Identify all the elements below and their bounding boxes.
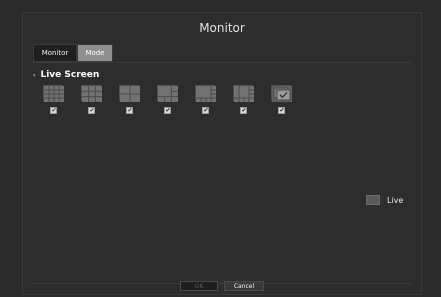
tab-bar: Monitor Mode — [33, 44, 113, 62]
live-label: Live — [387, 195, 404, 205]
section-title-label: Live Screen — [40, 70, 100, 80]
grid-9-icon — [81, 85, 102, 102]
live-indicator: Live — [366, 195, 403, 205]
layout-16-checkbox[interactable]: ✔ — [49, 107, 57, 114]
layout-9[interactable]: ✔ — [79, 85, 103, 135]
layout-9-checkbox[interactable]: ✔ — [87, 107, 95, 114]
grid-6a-icon — [157, 85, 178, 102]
layout-4[interactable]: ✔ — [117, 85, 141, 135]
grid-8-icon — [233, 85, 254, 102]
section-bullet-icon: › — [33, 71, 36, 79]
tab-divider — [33, 62, 411, 63]
dialog-buttons: OK Cancel — [23, 281, 421, 291]
layout-sequence[interactable]: ✔ — [269, 85, 293, 135]
window-title: Monitor — [199, 21, 245, 35]
tab-monitor[interactable]: Monitor — [33, 44, 77, 62]
layout-6b-checkbox[interactable]: ✔ — [201, 107, 209, 114]
layout-4-checkbox[interactable]: ✔ — [125, 107, 133, 114]
layout-8[interactable]: ✔ — [231, 85, 255, 135]
grid-6b-icon — [195, 85, 216, 102]
tab-mode[interactable]: Mode — [77, 44, 113, 62]
monitor-window: Monitor Monitor Mode › Live Screen ✔ ✔ ✔… — [22, 12, 422, 295]
layout-6b[interactable]: ✔ — [193, 85, 217, 135]
layout-sequence-checkbox[interactable]: ✔ — [277, 107, 285, 114]
layout-16[interactable]: ✔ — [41, 85, 65, 135]
live-swatch — [366, 195, 380, 205]
grid-16-icon — [43, 85, 64, 102]
layout-8-checkbox[interactable]: ✔ — [239, 107, 247, 114]
cancel-button[interactable]: Cancel — [224, 281, 264, 291]
layout-6a[interactable]: ✔ — [155, 85, 179, 135]
ok-button[interactable]: OK — [180, 281, 218, 291]
layout-options: ✔ ✔ ✔ ✔ ✔ ✔ ✔ — [41, 85, 306, 135]
grid-4-icon — [119, 85, 140, 102]
section-title: › Live Screen — [33, 70, 99, 80]
layout-6a-checkbox[interactable]: ✔ — [163, 107, 171, 114]
sequence-icon — [271, 85, 292, 102]
